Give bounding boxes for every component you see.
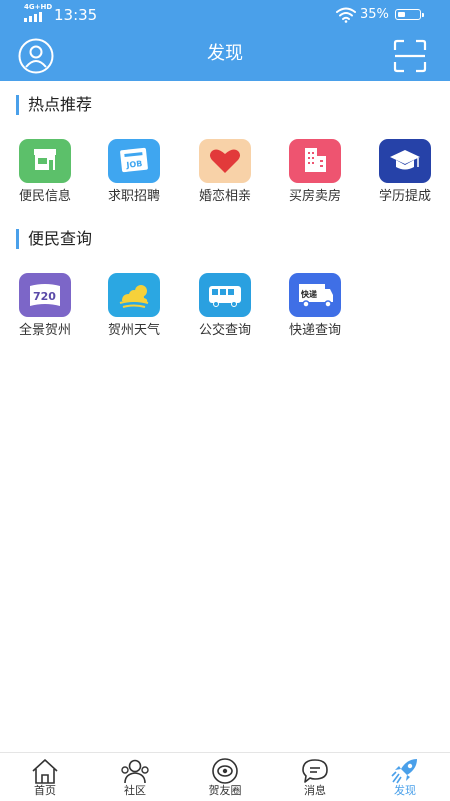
battery-fill [397,11,405,17]
discover-rocket-icon [391,759,417,784]
network-label: 4G+HD [24,3,53,11]
graduation-cap-icon [379,139,431,183]
wifi-icon [336,7,356,23]
grid-item-label: 全景贺州 [18,323,71,338]
home-icon [32,759,58,784]
convenience-section-title: 便民查询 [16,229,92,249]
community-icon [121,759,149,784]
grid-item-express[interactable]: 快递 快递查询 [275,273,355,343]
nav-label: 贺友圈 [208,784,242,797]
grid-item-real-estate[interactable]: 买房卖房 [275,139,355,209]
svg-text:720: 720 [33,290,56,303]
building-icon [289,139,341,183]
scan-icon[interactable] [393,39,427,73]
grid-item-label: 快递查询 [288,323,341,338]
grid-item-dating[interactable]: 婚恋相亲 [185,139,265,209]
grid-item-education[interactable]: 学历提成 [365,139,445,209]
grid-item-convenience-info[interactable]: 便民信息 [5,139,85,209]
grid-item-bus[interactable]: 公交查询 [185,273,265,343]
grid-item-job[interactable]: JOB 求职招聘 [94,139,174,209]
page-title: 发现 [207,43,243,64]
heart-icon [199,139,251,183]
weather-icon [108,273,160,317]
grid-item-label: 买房卖房 [288,189,341,204]
grid-item-panorama[interactable]: 720 全景贺州 [5,273,85,343]
shop-icon [19,139,71,183]
battery-percent: 35% [360,7,389,22]
delivery-truck-icon: 快递 [289,273,341,317]
status-bar: 4G+HD 13:35 35% [0,0,450,30]
grid-item-label: 贺州天气 [107,323,160,338]
nav-home[interactable]: 首页 [0,753,90,801]
nav-label: 社区 [124,784,146,797]
nav-community[interactable]: 社区 [90,753,180,801]
bus-icon [199,273,251,317]
nav-messages[interactable]: 消息 [270,753,360,801]
svg-text:JOB: JOB [125,159,143,170]
grid-item-label: 求职招聘 [107,189,160,204]
bottom-nav: 首页 社区 贺友圈 消息 发现 [0,752,450,801]
signal-icon [24,12,46,22]
moments-icon [212,758,238,784]
grid-item-label: 便民信息 [18,189,71,204]
status-time: 13:35 [54,6,98,24]
nav-label: 消息 [304,784,326,797]
grid-item-label: 婚恋相亲 [198,189,251,204]
nav-label: 发现 [394,784,416,797]
hot-section-title: 热点推荐 [16,95,92,115]
app-bar: 发现 [0,30,450,81]
panorama-720-icon: 720 [19,273,71,317]
header: 4G+HD 13:35 35% 发现 [0,0,450,81]
message-icon [302,759,328,783]
battery-icon [395,9,424,20]
job-card-icon: JOB [108,139,160,183]
grid-item-weather[interactable]: 贺州天气 [94,273,174,343]
svg-text:快递: 快递 [301,289,317,299]
nav-label: 首页 [34,784,56,797]
nav-discover[interactable]: 发现 [360,753,450,801]
grid-item-label: 公交查询 [198,323,251,338]
grid-item-label: 学历提成 [378,189,431,204]
nav-moments[interactable]: 贺友圈 [180,753,270,801]
